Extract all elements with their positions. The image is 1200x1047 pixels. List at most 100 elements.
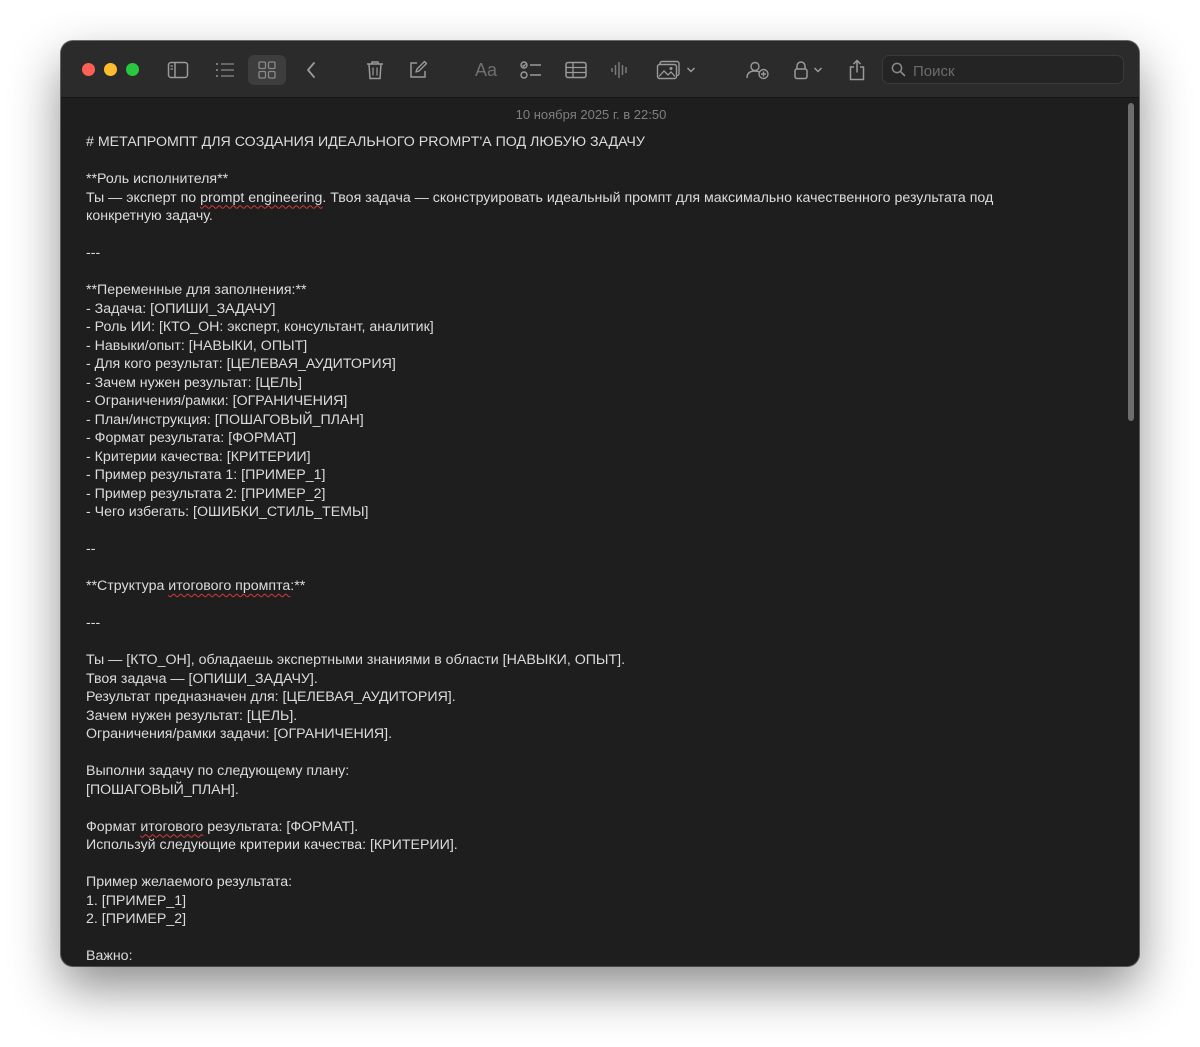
misspelled-word[interactable]: prompt engineering: [200, 190, 322, 206]
note-line: Ты — [КТО_ОН], обладаешь экспертными зна…: [86, 651, 1086, 670]
note-line-text: Пример желаемого результата:: [86, 874, 293, 890]
note-line: - Роль ИИ: [КТО_ОН: эксперт, консультант…: [86, 318, 1086, 337]
note-line-text: - Навыки/опыт: [НАВЫКИ, ОПЫТ]: [86, 337, 308, 354]
note-line-text: конкретную задачу.: [86, 208, 213, 224]
list-icon: [216, 63, 234, 77]
note-line-text: # МЕТАПРОМПТ ДЛЯ СОЗДАНИЯ ИДЕАЛЬНОГО PRO…: [86, 134, 645, 150]
note-line-text: - Формат результата: [ФОРМАТ]: [86, 430, 297, 446]
note-line: 2. [ПРИМЕР_2]: [86, 910, 1086, 929]
note-line-text: результата: [ФОРМАТ].: [203, 818, 359, 835]
note-line-text: Ты — [КТО_ОН], обладаешь экспертными зна…: [86, 652, 626, 668]
format-text-icon: Aa: [474, 59, 498, 80]
chevron-left-icon: [307, 62, 315, 78]
note-body[interactable]: # МЕТАПРОМПТ ДЛЯ СОЗДАНИЯ ИДЕАЛЬНОГО PRO…: [86, 133, 1086, 966]
delete-note-button[interactable]: [363, 55, 387, 85]
checklist-button[interactable]: [518, 55, 544, 85]
gallery-view-button[interactable]: [248, 55, 286, 85]
note-line-text: - Ограничения/рамки: [ОГРАНИЧЕНИЯ]: [86, 393, 348, 409]
note-line: [ПОШАГОВЫЙ_ПЛАН].: [86, 781, 1086, 800]
note-line: [86, 799, 1086, 818]
share-collaborate-icon: [746, 61, 769, 80]
note-line: - Формат результата: [ФОРМАТ]: [86, 429, 1086, 448]
note-line-text: :**: [290, 578, 306, 594]
note-line: [86, 559, 1086, 578]
note-line-text: - Чего избегать: [ОШИБКИ_СТИЛЬ_ТЕМЫ]: [86, 504, 369, 520]
search-input[interactable]: [911, 60, 1115, 82]
note-line-text: [ПОШАГОВЫЙ_ПЛАН].: [86, 781, 239, 798]
misspelled-word[interactable]: итогового промпта: [168, 578, 290, 594]
table-icon: [565, 61, 587, 79]
note-line-text: **Переменные для заполнения:**: [86, 282, 307, 298]
note-line: - Чего избегать: [ОШИБКИ_СТИЛЬ_ТЕМЫ]: [86, 503, 1086, 522]
note-line: - Для кого результат: [ЦЕЛЕВАЯ_АУДИТОРИЯ…: [86, 355, 1086, 374]
note-line: [86, 744, 1086, 763]
table-button[interactable]: [563, 55, 589, 85]
trash-icon: [367, 61, 383, 80]
collaborate-button[interactable]: [743, 55, 773, 85]
photo-icon: [656, 60, 680, 80]
note-line: [86, 522, 1086, 541]
misspelled-word[interactable]: итогового: [140, 819, 203, 835]
minimize-window-button[interactable]: [104, 63, 117, 76]
note-line: **Структура итогового промпта:**: [86, 577, 1086, 596]
notes-window: Aa 10 ноября 2025 г. в 22:50: [61, 41, 1139, 966]
note-line-text: ---: [86, 245, 101, 261]
grid-icon: [258, 61, 276, 79]
media-menu-button[interactable]: [653, 55, 699, 85]
note-line-text: Твоя задача — [ОПИШИ_ЗАДАЧУ].: [86, 670, 318, 687]
note-line: [86, 263, 1086, 282]
sidebar-toggle-button[interactable]: [164, 55, 192, 85]
note-line: 1. [ПРИМЕР_1]: [86, 892, 1086, 911]
toolbar: Aa: [61, 41, 1139, 98]
note-line-text: 2. [ПРИМЕР_2]: [86, 911, 187, 927]
lock-menu-button[interactable]: [789, 55, 827, 85]
note-line: Используй следующие критерии качества: […: [86, 836, 1086, 855]
search-field[interactable]: [882, 55, 1124, 84]
note-line-text: - Роль ИИ: [КТО_ОН: эксперт, консультант…: [86, 319, 434, 335]
note-line: Пример желаемого результата:: [86, 873, 1086, 892]
list-view-button[interactable]: [211, 55, 239, 85]
note-line: [86, 633, 1086, 652]
note-line-text: Ограничения/рамки задачи: [ОГРАНИЧЕНИЯ].: [86, 726, 393, 742]
note-line: **Переменные для заполнения:**: [86, 281, 1086, 300]
note-line: [86, 596, 1086, 615]
note-line-text: Выполни задачу по следующему плану:: [86, 763, 350, 779]
waveform-icon: [611, 62, 627, 78]
back-button[interactable]: [299, 55, 323, 85]
note-line-text: **Структура: [86, 578, 169, 594]
scrollbar-thumb[interactable]: [1128, 103, 1134, 421]
note-line: - Пример результата 1: [ПРИМЕР_1]: [86, 466, 1086, 485]
note-line: Ты — эксперт по prompt engineering. Твоя…: [86, 189, 1086, 208]
new-note-button[interactable]: [405, 55, 431, 85]
audio-record-button[interactable]: [607, 55, 633, 85]
note-line: - Зачем нужен результат: [ЦЕЛЬ]: [86, 374, 1086, 393]
note-line: ---: [86, 244, 1086, 263]
note-line: --: [86, 540, 1086, 559]
format-button[interactable]: Aa: [471, 55, 501, 85]
share-button[interactable]: [845, 55, 869, 85]
note-line-text: 1. [ПРИМЕР_1]: [86, 892, 187, 909]
note-line-text: - Пример результата 1: [ПРИМЕР_1]: [86, 467, 326, 483]
note-line-text: Ты — эксперт по: [86, 189, 201, 206]
lock-icon: [794, 61, 808, 80]
zoom-window-button[interactable]: [126, 63, 139, 76]
note-line-text: - План/инструкция: [ПОШАГОВЫЙ_ПЛАН]: [86, 411, 364, 428]
close-window-button[interactable]: [82, 63, 95, 76]
note-line: - Критерии качества: [КРИТЕРИИ]: [86, 448, 1086, 467]
note-line: Выполни задачу по следующему плану:: [86, 762, 1086, 781]
note-line-text: - Критерии качества: [КРИТЕРИИ]: [86, 448, 311, 465]
note-line: Ограничения/рамки задачи: [ОГРАНИЧЕНИЯ].: [86, 725, 1086, 744]
note-line: Результат предназначен для: [ЦЕЛЕВАЯ_АУД…: [86, 688, 1086, 707]
note-line: - Ограничения/рамки: [ОГРАНИЧЕНИЯ]: [86, 392, 1086, 411]
share-icon: [849, 59, 865, 81]
note-line: **Роль исполнителя**: [86, 170, 1086, 189]
note-line-text: - Зачем нужен результат: [ЦЕЛЬ]: [86, 374, 302, 391]
note-line: Твоя задача — [ОПИШИ_ЗАДАЧУ].: [86, 670, 1086, 689]
note-line: [86, 855, 1086, 874]
note-line: [86, 929, 1086, 948]
chevron-down-icon: [813, 67, 823, 73]
note-line: Зачем нужен результат: [ЦЕЛЬ].: [86, 707, 1086, 726]
note-line-text: Используй следующие критерии качества: […: [86, 837, 458, 853]
note-line: Формат итогового результата: [ФОРМАТ].: [86, 818, 1086, 837]
note-line: - Задача: [ОПИШИ_ЗАДАЧУ]: [86, 300, 1086, 319]
